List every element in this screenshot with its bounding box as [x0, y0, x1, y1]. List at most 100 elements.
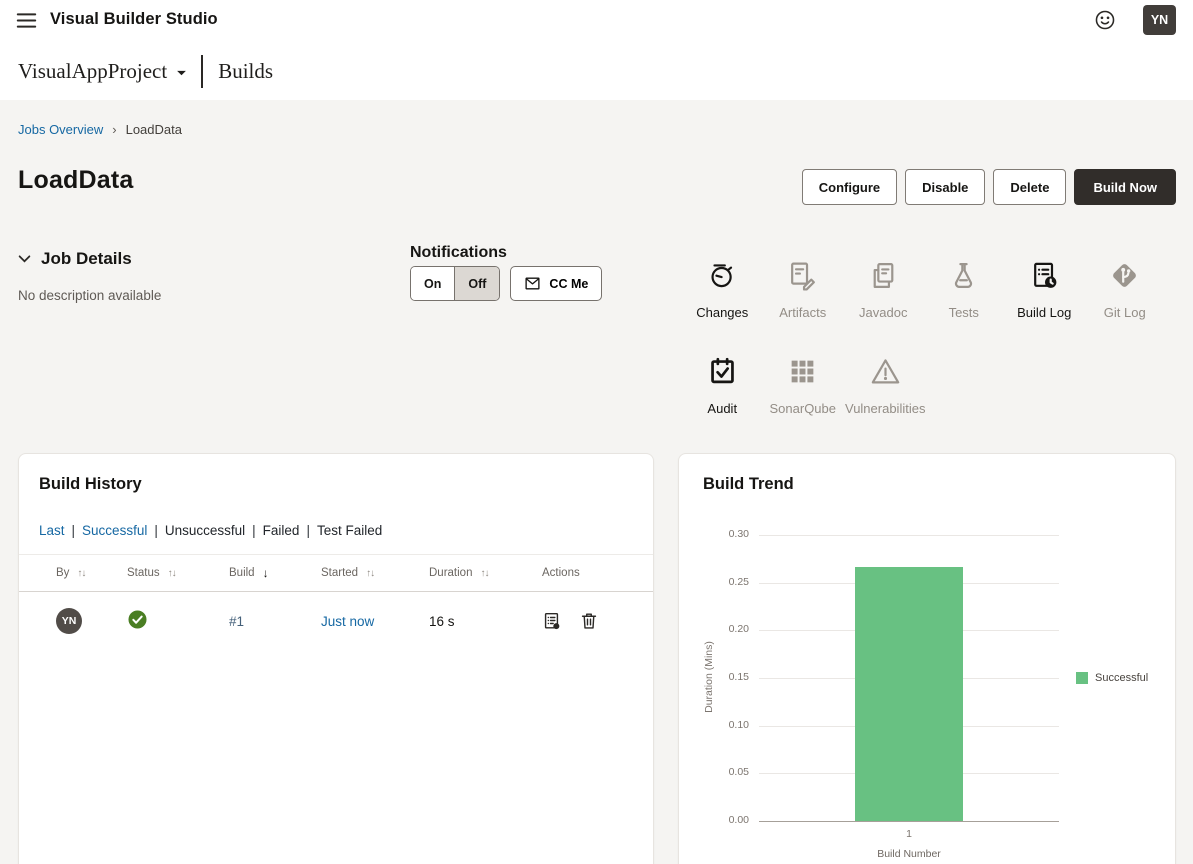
section-title: Builds [218, 59, 273, 84]
build-log-icon [1029, 256, 1060, 294]
y-tick-label: 0.25 [693, 576, 749, 588]
legend-swatch [1076, 672, 1088, 684]
breadcrumb: Jobs Overview › LoadData [18, 122, 182, 137]
row-avatar: YN [56, 608, 82, 634]
status-success-icon [127, 609, 148, 633]
job-details-heading: Job Details [41, 249, 132, 269]
x-tick-label: 1 [869, 828, 949, 840]
chevron-down-icon [18, 255, 31, 263]
quick-link-label: Javadoc [857, 305, 909, 320]
quick-link-label: Vulnerabilities [843, 401, 927, 416]
sort-updown-icon[interactable]: ↑↓ [366, 568, 374, 579]
filter-failed[interactable]: Failed [263, 523, 300, 538]
flask-icon [948, 256, 979, 294]
started-link[interactable]: Just now [321, 614, 374, 629]
quick-link-audit[interactable]: Audit [682, 352, 763, 416]
filter-last[interactable]: Last [39, 523, 65, 538]
sort-updown-icon[interactable]: ↑↓ [168, 568, 176, 579]
column-label: Actions [542, 567, 580, 579]
quick-link-vulnerabilities: Vulnerabilities [843, 352, 927, 416]
filter-separator: | [252, 523, 256, 538]
quick-link-changes[interactable]: Changes [682, 256, 763, 320]
column-header-started[interactable]: Started ↑↓ [321, 567, 429, 579]
column-header-build[interactable]: Build ↓ [229, 566, 321, 580]
build-now-button[interactable]: Build Now [1074, 169, 1176, 205]
delete-button[interactable]: Delete [993, 169, 1066, 205]
notifications-toggle: On Off [410, 266, 500, 301]
column-label: Build [229, 567, 255, 579]
filter-separator: | [72, 523, 76, 538]
column-header-duration[interactable]: Duration↑↓ [429, 567, 542, 579]
bar-build-1[interactable] [855, 567, 963, 822]
build-history-row: YN #1 Just now 16 s [19, 592, 653, 650]
hamburger-menu-icon[interactable] [16, 12, 37, 29]
notifications-off-button[interactable]: Off [454, 267, 499, 300]
delete-build-icon[interactable] [579, 611, 599, 631]
filter-unsuccessful[interactable]: Unsuccessful [165, 523, 245, 538]
grid-icon [787, 352, 818, 390]
quick-link-label: Artifacts [777, 305, 828, 320]
envelope-icon [524, 275, 541, 292]
feedback-smiley-icon[interactable] [1094, 9, 1116, 31]
breadcrumb-current: LoadData [126, 122, 182, 137]
sort-desc-icon[interactable]: ↓ [263, 566, 269, 580]
y-tick-label: 0.00 [693, 814, 749, 826]
user-avatar[interactable]: YN [1143, 5, 1176, 35]
breadcrumb-jobs-overview[interactable]: Jobs Overview [18, 122, 103, 137]
column-label: Status [127, 567, 160, 579]
disable-button[interactable]: Disable [905, 169, 985, 205]
cc-me-label: CC Me [549, 277, 588, 291]
x-axis-line [759, 821, 1059, 822]
quick-links-row-2: Audit SonarQube Vulnerabilities [682, 352, 927, 416]
git-icon [1109, 256, 1140, 294]
column-header-actions: Actions [542, 567, 653, 579]
build-history-card: Build History Last | Successful | Unsuccessf… [18, 453, 654, 864]
duration-value: 16 s [429, 614, 455, 629]
build-trend-chart: 0.000.050.100.150.200.250.301Build Numbe… [679, 454, 1175, 864]
y-tick-label: 0.20 [693, 623, 749, 635]
gridline [759, 535, 1059, 536]
build-number-link[interactable]: #1 [229, 614, 244, 629]
sort-updown-icon[interactable]: ↑↓ [480, 568, 488, 579]
project-name: VisualAppProject [18, 59, 167, 84]
top-bar: Visual Builder Studio YN [0, 0, 1193, 42]
column-header-status[interactable]: Status ↑↓ [127, 567, 229, 579]
quick-link-build-log[interactable]: Build Log [1004, 256, 1085, 320]
y-tick-label: 0.10 [693, 719, 749, 731]
build-history-filters: Last | Successful | Unsuccessful | Failed | Test… [39, 523, 382, 538]
quick-link-label: Changes [694, 305, 750, 320]
build-trend-card: Build Trend 0.000.050.100.150.200.250.30… [678, 453, 1176, 864]
configure-button[interactable]: Configure [802, 169, 897, 205]
build-history-table-header: By↑↓Status↑↓Build↓Started↑↓Duration↑↓Act… [19, 554, 653, 592]
divider [201, 55, 203, 88]
warning-icon [870, 352, 901, 390]
filter-separator: | [154, 523, 158, 538]
quick-link-tests: Tests [924, 256, 1005, 320]
y-tick-label: 0.05 [693, 766, 749, 778]
sort-updown-icon[interactable]: ↑↓ [77, 568, 85, 579]
filter-test-failed[interactable]: Test Failed [317, 523, 382, 538]
breadcrumb-chevron-icon: › [112, 122, 116, 137]
build-log-action-icon[interactable] [542, 611, 562, 631]
column-label: Started [321, 567, 358, 579]
x-axis-title: Build Number [849, 848, 969, 860]
build-history-heading: Build History [39, 475, 142, 494]
chart-legend: Successful [1076, 672, 1148, 684]
job-details-toggle[interactable]: Job Details [18, 249, 132, 269]
filter-successful[interactable]: Successful [82, 523, 147, 538]
column-label: By [56, 567, 69, 579]
cc-me-button[interactable]: CC Me [510, 266, 602, 301]
chevron-down-icon [176, 70, 187, 77]
notifications-on-button[interactable]: On [411, 267, 454, 300]
notifications-controls: On Off CC Me [410, 266, 602, 301]
context-bar: VisualAppProject Builds [18, 55, 273, 88]
filter-separator: | [306, 523, 310, 538]
y-tick-label: 0.15 [693, 671, 749, 683]
audit-icon [707, 352, 738, 390]
project-switcher[interactable]: VisualAppProject [18, 59, 187, 84]
quick-link-label: SonarQube [768, 401, 839, 416]
column-header-by[interactable]: By ↑↓ [56, 567, 127, 579]
quick-links-row-1: Changes Artifacts Javadoc TestsBuild Log Git… [682, 256, 1165, 320]
legend-label: Successful [1095, 672, 1148, 684]
quick-link-label: Git Log [1102, 305, 1148, 320]
